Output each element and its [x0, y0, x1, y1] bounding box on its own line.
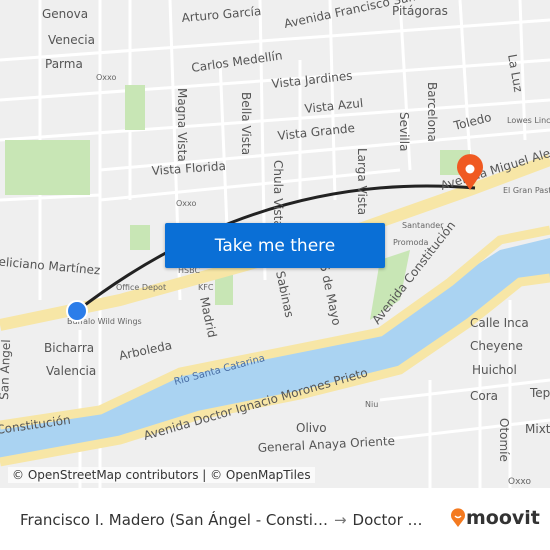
label-otomie: Otomíe	[497, 418, 511, 462]
origin-dot-icon[interactable]	[66, 300, 88, 322]
label-vista-jardines: Vista Jardines	[271, 69, 353, 91]
label-arboleda: Arboleda	[118, 338, 174, 363]
label-niu: Niu	[365, 400, 378, 409]
label-vista-florida: Vista Florida	[151, 159, 226, 178]
label-san-angel: San Ángel	[0, 339, 13, 400]
label-promoda: Promoda	[393, 238, 428, 247]
take-me-there-button[interactable]: Take me there	[165, 223, 385, 268]
label-feliciano-martinez: Feliciano Martínez	[0, 254, 101, 277]
map[interactable]: Genova Venecia Parma Arturo García Aveni…	[0, 0, 550, 488]
label-sabinas: Sabinas	[273, 270, 296, 319]
label-olivo: Olivo	[296, 421, 327, 435]
label-huichol: Huichol	[472, 363, 517, 377]
label-pitagoras: Pitágoras	[392, 4, 448, 18]
label-general-anaya: General Anaya Oriente	[257, 434, 395, 455]
label-office-depot: Office Depot	[116, 283, 166, 292]
label-chula-vista: Chula Vista	[271, 160, 285, 228]
label-genova: Genova	[42, 7, 88, 21]
map-attribution[interactable]: © OpenStreetMap contributors | © OpenMap…	[8, 467, 315, 483]
label-calle-inca: Calle Inca	[470, 316, 529, 330]
label-5-de-mayo: 5 de Mayo	[317, 263, 344, 327]
moovit-wordmark: moovit	[466, 507, 540, 529]
label-bella-vista: Bella Vista	[239, 92, 253, 155]
label-mixt: Mixt	[525, 422, 550, 436]
label-cora: Cora	[470, 389, 498, 403]
label-toledo: Toledo	[451, 110, 493, 133]
label-sevilla: Sevilla	[397, 112, 411, 151]
label-el-gran-pastor: El Gran Pastor	[503, 186, 550, 195]
label-magna-vista: Magna Vista	[175, 88, 189, 162]
label-kfc: KFC	[198, 283, 214, 292]
label-valencia: Valencia	[46, 364, 96, 378]
origin-name: Francisco I. Madero (San Ángel - Consti…	[20, 511, 328, 529]
label-santander: Santander	[402, 221, 444, 230]
label-venecia: Venecia	[48, 33, 95, 47]
label-parma: Parma	[45, 57, 83, 71]
label-arturo-garcia: Arturo García	[181, 4, 262, 25]
label-lowes: Lowes Linc	[507, 116, 550, 125]
route-summary: Francisco I. Madero (San Ángel - Consti……	[20, 511, 423, 529]
label-bicharra: Bicharra	[44, 341, 94, 355]
label-cheyene: Cheyene	[470, 339, 523, 353]
moovit-logo: moovit	[450, 507, 540, 529]
label-oxxo: Oxxo	[96, 73, 117, 82]
footer-bar: Francisco I. Madero (San Ángel - Consti……	[0, 488, 550, 550]
arrow-right-icon: →	[333, 511, 347, 529]
label-oxxo: Oxxo	[176, 199, 197, 208]
label-oxxo: Oxxo	[508, 477, 531, 487]
destination-name: Doctor …	[352, 511, 423, 529]
moovit-pin-icon	[451, 508, 465, 527]
label-vista-grande: Vista Grande	[277, 121, 356, 143]
label-larga-vista: Larga Vista	[355, 148, 369, 215]
label-carlos-medellin: Carlos Medellín	[190, 48, 283, 75]
label-barcelona: Barcelona	[425, 82, 439, 142]
label-tep: Tep	[529, 386, 550, 400]
